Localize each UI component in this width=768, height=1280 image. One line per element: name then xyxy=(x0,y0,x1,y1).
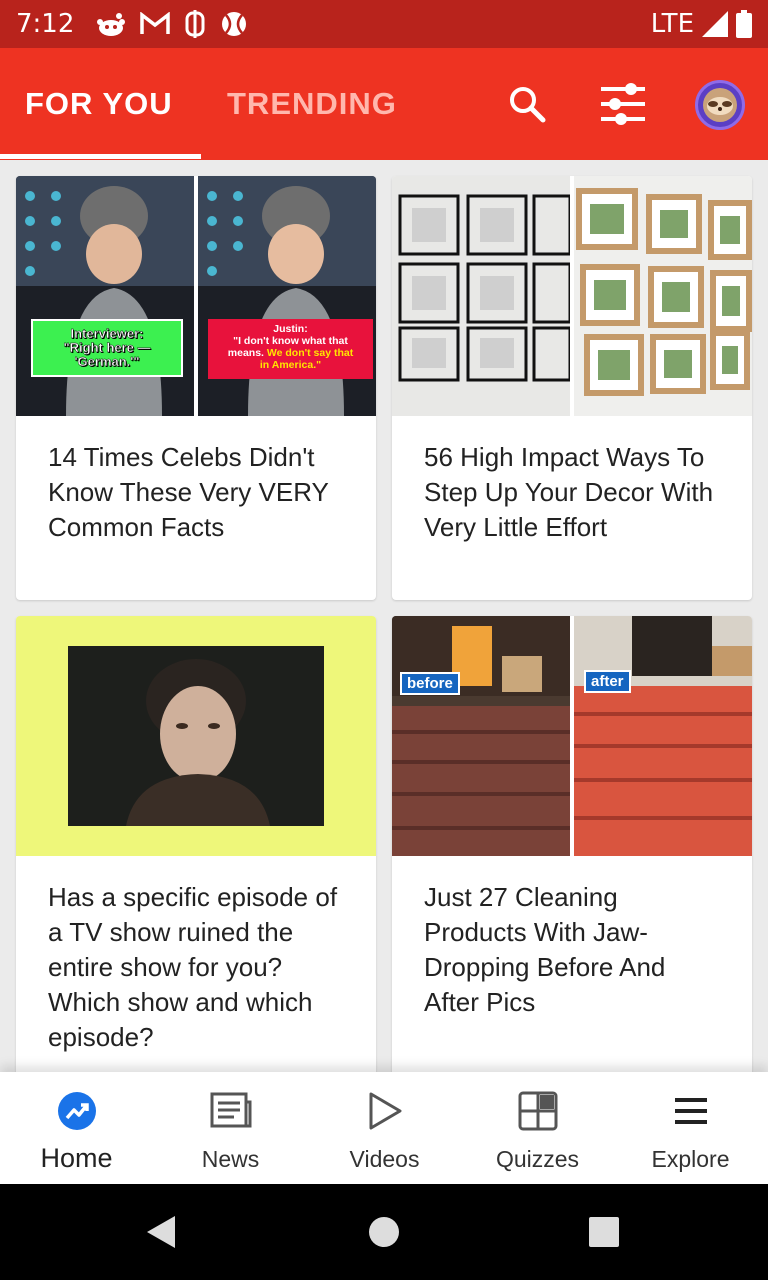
article-thumbnail xyxy=(392,176,752,416)
app-header: FOR YOU TRENDING xyxy=(0,48,768,160)
article-card[interactable]: Has a specific episode of a TV show ruin… xyxy=(16,616,376,1072)
article-title[interactable]: 56 High Impact Ways To Step Up Your Deco… xyxy=(392,416,752,545)
article-card[interactable]: before after Just 27 Cleaning Products W… xyxy=(392,616,752,1072)
article-thumbnail xyxy=(16,616,376,856)
caption-line: in America." xyxy=(259,359,322,371)
nav-item-quizzes[interactable]: Quizzes xyxy=(461,1072,614,1184)
caption-interviewer: Interviewer: "Right here — 'German.'" xyxy=(31,319,183,377)
reddit-icon xyxy=(97,13,126,36)
article-thumbnail: before after xyxy=(392,616,752,856)
caption-line: "I don't know what that xyxy=(233,335,348,347)
trending-icon xyxy=(56,1090,98,1132)
battery-icon xyxy=(736,10,752,38)
quizzes-icon xyxy=(517,1090,559,1132)
caption-line: means. We don't say that xyxy=(208,347,373,359)
tab-for-you-label: FOR YOU xyxy=(25,86,173,121)
nav-label-explore: Explore xyxy=(651,1146,730,1172)
article-card[interactable]: Interviewer: "Right here — 'German.'" Ju… xyxy=(16,176,376,600)
recents-icon[interactable] xyxy=(589,1217,619,1247)
system-navigation-bar xyxy=(0,1184,768,1280)
tab-trending-label: TRENDING xyxy=(227,86,397,121)
caption-justin: Justin: "I don't know what that means. W… xyxy=(208,319,373,379)
article-title[interactable]: 14 Times Celebs Didn't Know These Very V… xyxy=(16,416,376,545)
status-right: LTE xyxy=(651,9,752,39)
menu-icon xyxy=(670,1090,712,1132)
nav-label-home: Home xyxy=(40,1143,113,1173)
bottom-navigation: Home News Videos Quizzes Explore xyxy=(0,1072,768,1184)
caption-text: means. xyxy=(227,347,267,359)
gmail-icon xyxy=(140,12,171,34)
avatar-sloth-icon[interactable] xyxy=(695,80,745,130)
caption-line: "Right here — xyxy=(63,340,151,355)
caption-line: Interviewer: xyxy=(70,326,144,341)
caption-highlight: We don't say that xyxy=(266,347,354,359)
nav-label-news: News xyxy=(201,1146,260,1172)
status-time: 7:12 xyxy=(16,9,75,39)
back-icon[interactable] xyxy=(145,1214,177,1250)
search-icon[interactable] xyxy=(501,78,553,130)
article-title[interactable]: Has a specific episode of a TV show ruin… xyxy=(16,856,376,1055)
nav-item-news[interactable]: News xyxy=(154,1072,307,1184)
nav-item-videos[interactable]: Videos xyxy=(308,1072,461,1184)
caption-line: Justin: xyxy=(273,323,308,335)
before-badge: before xyxy=(400,672,460,695)
after-badge: after xyxy=(584,670,631,693)
active-tab-indicator xyxy=(0,154,201,159)
filter-sliders-icon[interactable] xyxy=(597,78,649,130)
home-circle-icon[interactable] xyxy=(368,1216,400,1248)
tab-trending[interactable]: TRENDING xyxy=(227,48,397,160)
news-icon xyxy=(210,1090,252,1132)
tab-for-you[interactable]: FOR YOU xyxy=(25,48,173,160)
network-type: LTE xyxy=(650,9,694,39)
buzzfeed-icon xyxy=(185,10,205,38)
article-card[interactable]: 56 High Impact Ways To Step Up Your Deco… xyxy=(392,176,752,600)
status-bar: 7:12 LTE xyxy=(0,0,768,48)
play-icon xyxy=(364,1090,406,1132)
nav-item-home[interactable]: Home xyxy=(0,1072,153,1184)
notification-icons xyxy=(96,10,248,38)
article-thumbnail: Interviewer: "Right here — 'German.'" Ju… xyxy=(16,176,376,416)
baseball-icon xyxy=(222,12,247,36)
nav-item-explore[interactable]: Explore xyxy=(614,1072,767,1184)
article-title[interactable]: Just 27 Cleaning Products With Jaw-Dropp… xyxy=(392,856,752,1020)
nav-label-videos: Videos xyxy=(349,1146,420,1172)
signal-icon xyxy=(702,11,728,37)
nav-label-quizzes: Quizzes xyxy=(495,1146,580,1172)
article-feed[interactable]: Interviewer: "Right here — 'German.'" Ju… xyxy=(0,160,768,1072)
caption-line: 'German.'" xyxy=(74,354,140,369)
